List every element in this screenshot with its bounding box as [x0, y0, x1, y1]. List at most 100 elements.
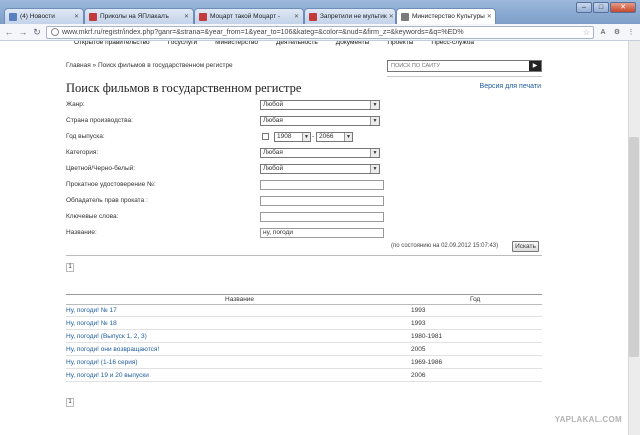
form-row-certificate: Прокатное удостоверение №: [66, 180, 386, 191]
breadcrumb[interactable]: Главная » Поиск фильмов в государственно… [66, 62, 233, 69]
back-icon[interactable]: ← [4, 26, 14, 38]
site-search-input[interactable] [388, 61, 529, 71]
category-label: Категория: [66, 149, 99, 156]
certificate-input[interactable] [260, 180, 384, 190]
form-row-category: Категория: Любая ▼ [66, 148, 386, 159]
favicon-icon [199, 12, 207, 21]
browser-tab-4[interactable]: Запретили не мультик ✕ [304, 8, 396, 24]
rights-holder-label: Обладатель прав проката : [66, 197, 148, 204]
browser-tab-1[interactable]: (4) Новости ✕ [4, 8, 84, 24]
form-row-country: Страна производства: Любая ▼ [66, 116, 386, 127]
dropdown-arrow-icon[interactable]: ▼ [370, 165, 379, 173]
pager-page-1[interactable]: 1 [66, 398, 74, 407]
pager-page-1[interactable]: 1 [66, 263, 74, 272]
topnav-item[interactable]: Деятельность [276, 41, 318, 49]
result-title-link[interactable]: Ну, погоди! (Выпуск 1, 2, 3) [66, 333, 147, 340]
forward-icon[interactable]: → [18, 26, 28, 38]
extension-icon[interactable]: A [598, 29, 608, 36]
result-title-link[interactable]: Ну, погоди! № 17 [66, 307, 117, 314]
address-bar[interactable]: www.mkrf.ru/registr/index.php?ganr=&stra… [46, 25, 594, 39]
dropdown-arrow-icon[interactable]: ▼ [370, 149, 379, 157]
form-row-keywords: Ключевые слова: [66, 212, 386, 223]
genre-value: Любой [263, 101, 284, 108]
result-year: 1980-1981 [411, 333, 443, 340]
year-checkbox[interactable] [262, 133, 269, 140]
browser-tab-5[interactable]: Министерство Культуры ✕ [396, 8, 496, 24]
year-label: Год выпуска: [66, 133, 105, 140]
rights-holder-input[interactable] [260, 196, 384, 206]
dropdown-arrow-icon[interactable]: ▼ [370, 117, 379, 125]
tab-title: Запретили не мультик [320, 13, 387, 20]
topnav-item[interactable]: Проекты [387, 41, 413, 49]
table-row: Ну, погоди! (1-16 серия) 1969-1986 [66, 359, 542, 369]
country-select[interactable]: Любая ▼ [260, 116, 380, 126]
topnav-item[interactable]: Документы [336, 41, 370, 49]
table-row: Ну, погоди! № 17 1993 [66, 307, 542, 317]
year-to-select[interactable]: 2066 ▼ [316, 132, 353, 142]
dropdown-arrow-icon[interactable]: ▼ [370, 101, 379, 109]
favicon-icon [309, 12, 317, 21]
favicon-icon [9, 12, 17, 21]
year-range-dash: - [312, 133, 315, 140]
search-go-icon[interactable]: ▶ [529, 61, 541, 71]
scrollbar-thumb[interactable] [629, 137, 639, 357]
category-select[interactable]: Любая ▼ [260, 148, 380, 158]
print-version-link[interactable]: Версия для печати [480, 83, 541, 90]
browser-tab-3[interactable]: Моцарт такой Моцарт - ✕ [194, 8, 304, 24]
keywords-label: Ключевые слова: [66, 213, 119, 220]
watermark: YAPLAKAL.COM [554, 415, 622, 424]
favicon-icon [401, 12, 409, 21]
topnav-item[interactable]: Пресс-служба [431, 41, 474, 49]
page-content: Открытое правительство Госуслуги Министе… [0, 41, 640, 435]
tab-close-icon[interactable]: ✕ [182, 13, 189, 20]
page-title: Поиск фильмов в государственном регистре [66, 81, 302, 95]
result-year: 1993 [411, 320, 426, 327]
browser-toolbar: ← → ↻ www.mkrf.ru/registr/index.php?ganr… [0, 24, 640, 41]
address-url: www.mkrf.ru/registr/index.php?ganr=&stra… [62, 28, 464, 36]
result-title-link[interactable]: Ну, погоди! (1-16 серия) [66, 359, 138, 366]
color-select[interactable]: Любой ▼ [260, 164, 380, 174]
form-row-year: Год выпуска: 1908 ▼ - 2066 ▼ [66, 132, 386, 143]
year-to-value: 2066 [319, 133, 334, 140]
site-topnav: Открытое правительство Госуслуги Министе… [74, 41, 474, 49]
name-input[interactable]: ну, погоди [260, 228, 384, 238]
close-window-button[interactable]: ✕ [610, 2, 636, 13]
tab-close-icon[interactable]: ✕ [72, 13, 79, 20]
tab-close-icon[interactable]: ✕ [292, 13, 299, 20]
genre-label: Жанр: [66, 101, 85, 108]
column-header-year: Год [470, 296, 481, 303]
tab-close-icon[interactable]: ✕ [387, 13, 394, 20]
reload-icon[interactable]: ↻ [32, 26, 42, 38]
browser-tab-2[interactable]: Приколы на ЯПлакалъ ✕ [84, 8, 194, 24]
divider [387, 76, 542, 77]
result-title-link[interactable]: Ну, погоди! 19 и 20 выпуски [66, 372, 149, 379]
tab-close-icon[interactable]: ✕ [485, 13, 492, 20]
topnav-item[interactable]: Открытое правительство [74, 41, 150, 49]
dropdown-arrow-icon[interactable]: ▼ [344, 133, 352, 141]
table-row: Ну, погоди! (Выпуск 1, 2, 3) 1980-1981 [66, 333, 542, 343]
scrollbar[interactable] [628, 41, 640, 435]
divider [66, 255, 542, 256]
topnav-item[interactable]: Министерство [215, 41, 258, 49]
genre-select[interactable]: Любой ▼ [260, 100, 380, 110]
bookmark-star-icon[interactable]: ☆ [583, 28, 590, 37]
year-from-select[interactable]: 1908 ▼ [274, 132, 311, 142]
keywords-input[interactable] [260, 212, 384, 222]
certificate-label: Прокатное удостоверение №: [66, 181, 156, 188]
result-title-link[interactable]: Ну, погоди! № 18 [66, 320, 117, 327]
maximize-button[interactable]: □ [593, 2, 609, 13]
results-header: Название Год [66, 296, 542, 304]
search-button[interactable]: Искать [512, 241, 539, 252]
name-label: Название: [66, 229, 97, 236]
divider [66, 355, 542, 356]
category-value: Любая [263, 149, 283, 156]
topnav-item[interactable]: Госуслуги [168, 41, 197, 49]
menu-icon[interactable]: ⋮ [626, 28, 636, 36]
result-title-link[interactable]: Ну, погоди! они возвращаются! [66, 346, 159, 353]
result-year: 2005 [411, 346, 426, 353]
settings-icon[interactable]: ⚙ [612, 28, 622, 36]
minimize-button[interactable]: – [576, 2, 592, 13]
tab-title: Моцарт такой Моцарт - [210, 13, 281, 20]
dropdown-arrow-icon[interactable]: ▼ [302, 133, 310, 141]
divider [66, 381, 542, 382]
